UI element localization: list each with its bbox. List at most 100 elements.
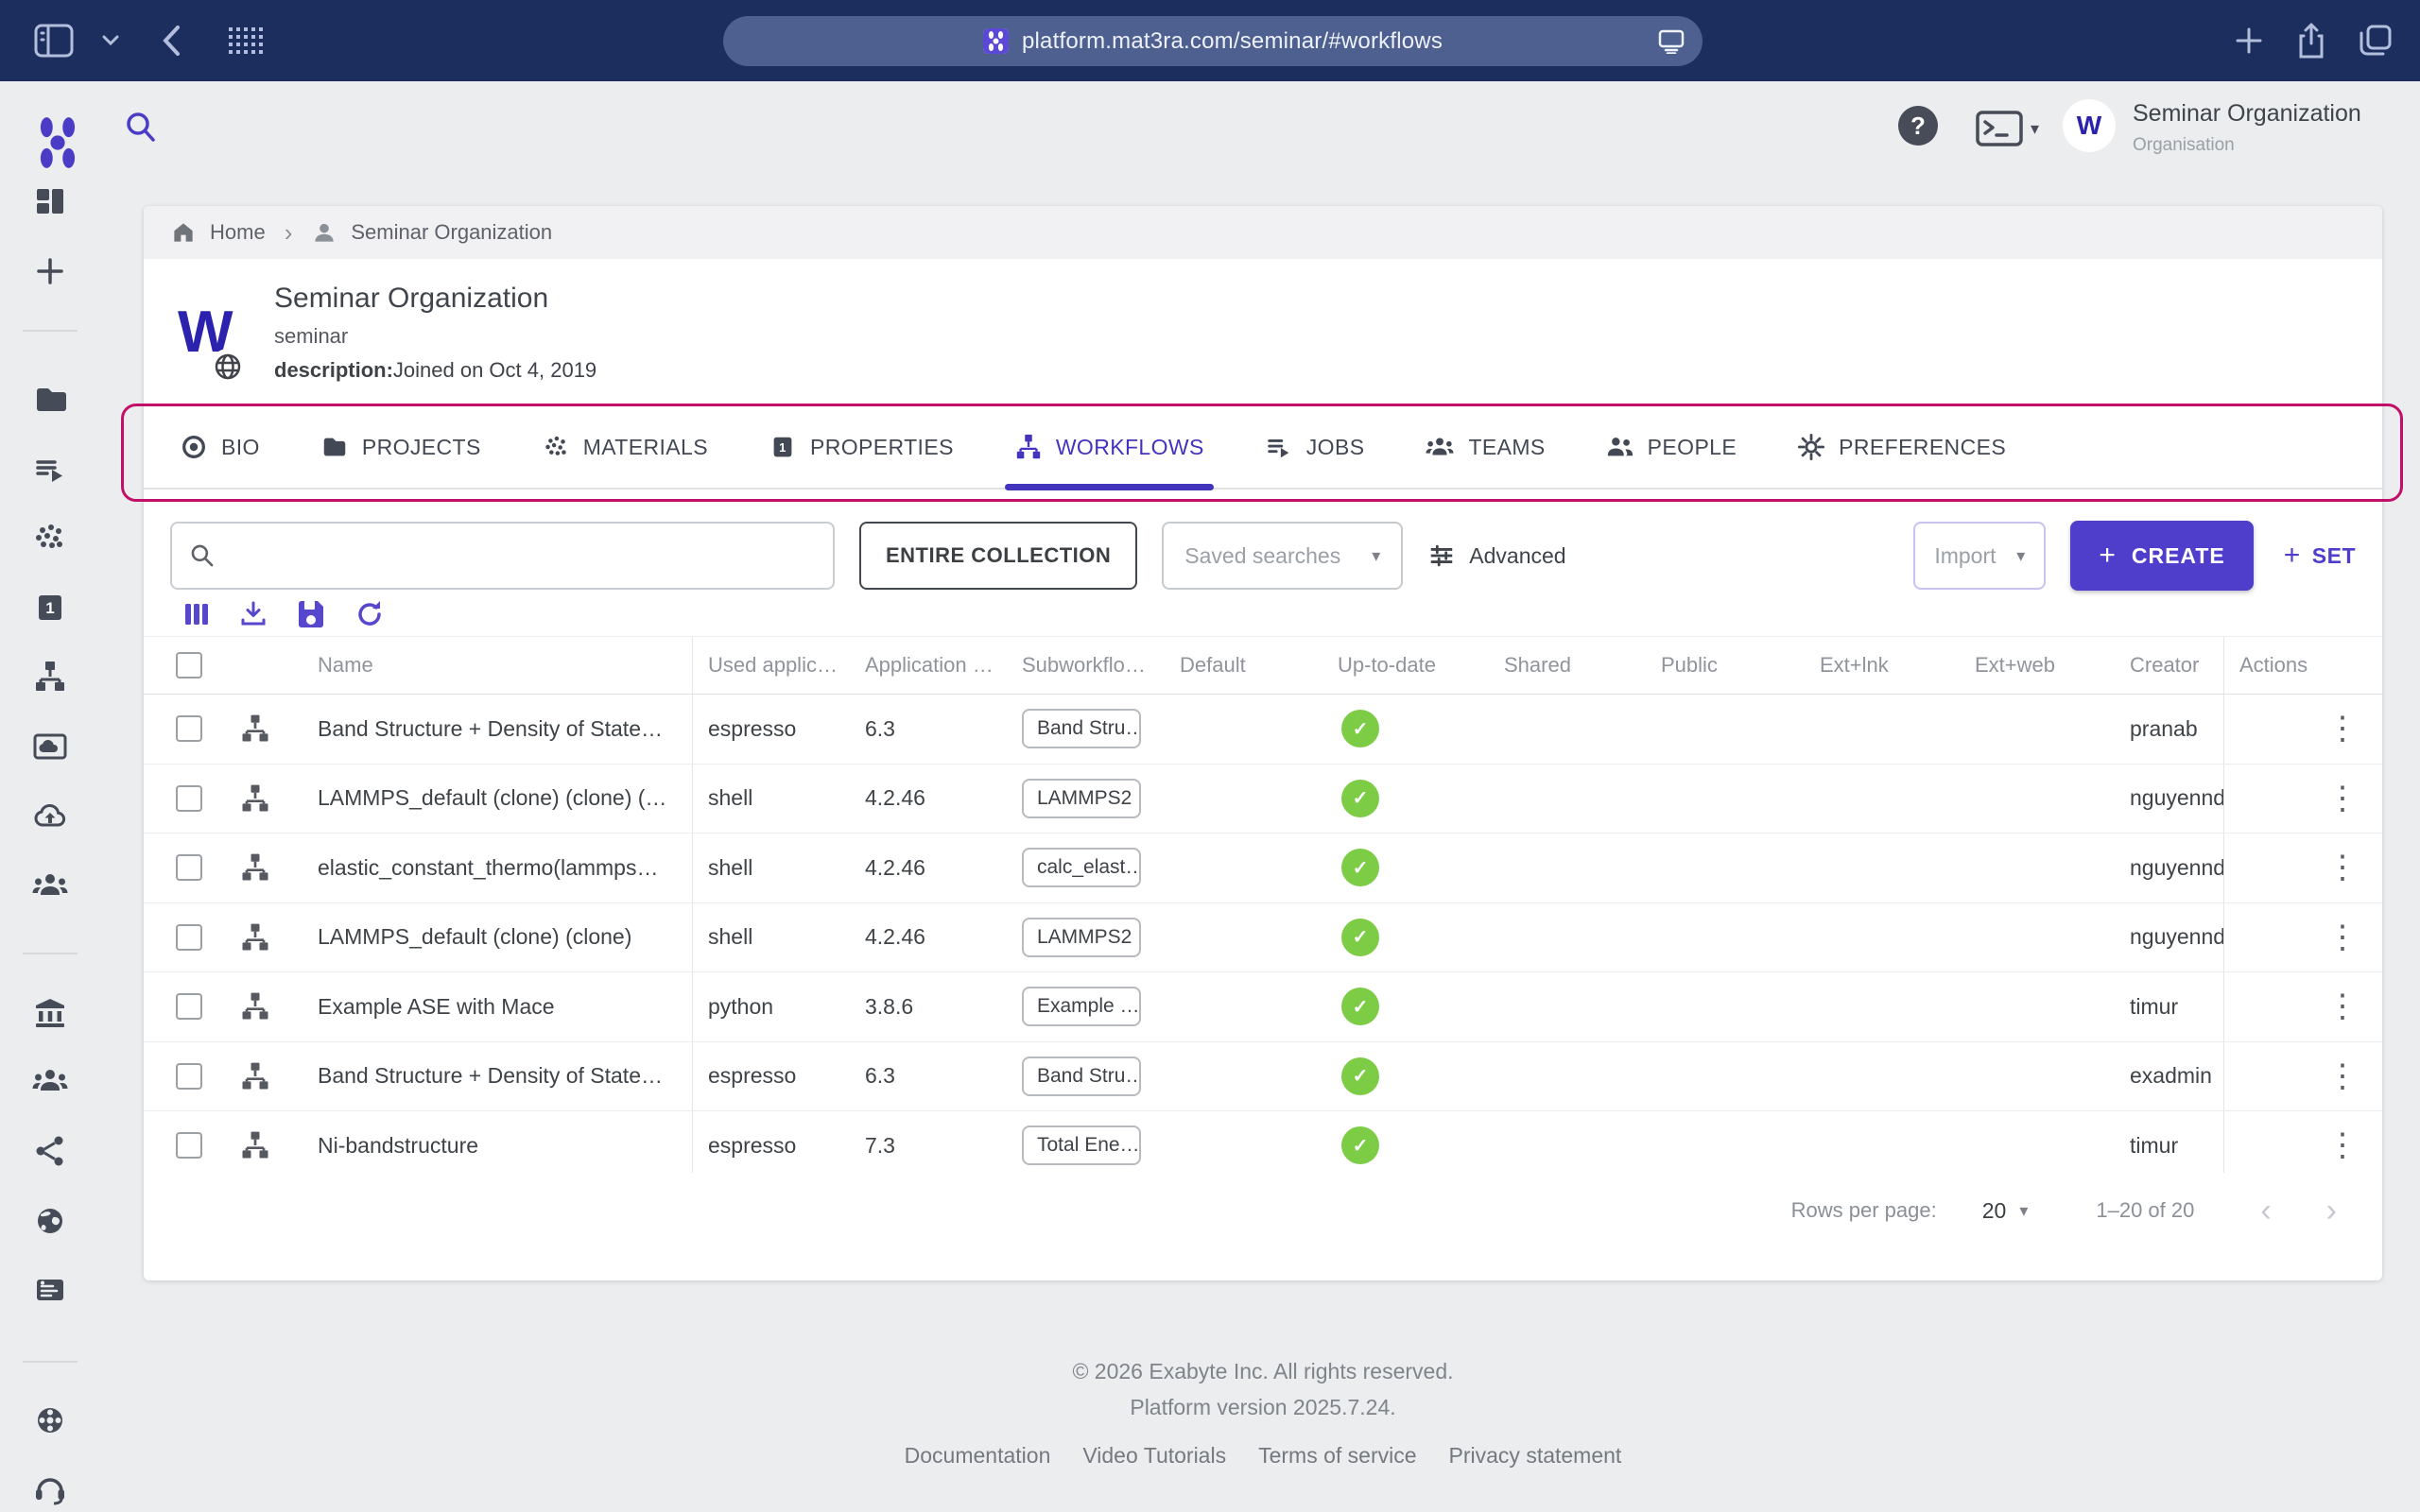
browser-back-icon[interactable] — [161, 24, 182, 58]
workflow-name[interactable]: Ni-bandstructure — [295, 1111, 693, 1173]
rows-per-page-select[interactable]: 20 ▾ — [1982, 1198, 2029, 1224]
row-actions-menu-icon[interactable]: ⋮ — [2326, 921, 2359, 954]
column-header-name[interactable]: Name — [295, 637, 693, 694]
footer-link-terms[interactable]: Terms of service — [1258, 1443, 1416, 1469]
reader-mode-icon[interactable] — [1657, 29, 1685, 54]
column-header-ext-web[interactable]: Ext+web — [1960, 637, 2115, 694]
table-row[interactable]: LAMMPS_default (clone) (clone) (… shell … — [144, 765, 2382, 834]
help-button[interactable]: ? — [1898, 106, 1938, 146]
subworkflow-chip[interactable]: LAMMPS2 — [1022, 779, 1141, 818]
new-tab-icon[interactable] — [2235, 26, 2263, 55]
sidebar-item-organization[interactable] — [31, 994, 69, 1032]
select-all-checkbox[interactable] — [176, 652, 202, 679]
sidebar-item-media[interactable] — [31, 728, 69, 765]
refresh-icon[interactable] — [354, 598, 386, 630]
column-header-public[interactable]: Public — [1646, 637, 1805, 694]
share-icon[interactable] — [2297, 23, 2325, 59]
row-checkbox[interactable] — [176, 785, 202, 812]
save-icon[interactable] — [295, 597, 327, 631]
user-avatar[interactable]: W — [2063, 99, 2116, 152]
column-header-up-to-date[interactable]: Up-to-date — [1322, 637, 1489, 694]
sidebar-item-projects[interactable] — [31, 381, 69, 419]
tabs-overview-icon[interactable] — [2360, 25, 2392, 57]
browser-sidebar-icon[interactable] — [34, 24, 74, 58]
next-page-button[interactable]: › — [2326, 1193, 2337, 1229]
row-checkbox[interactable] — [176, 715, 202, 742]
search-input[interactable] — [227, 543, 816, 569]
import-dropdown[interactable]: Import ▾ — [1913, 522, 2046, 590]
set-button[interactable]: + SET — [2284, 540, 2356, 572]
tab-people[interactable]: PEOPLE — [1602, 405, 1740, 489]
download-icon[interactable] — [238, 598, 268, 630]
subworkflow-chip[interactable]: calc_elast… — [1022, 848, 1141, 887]
sidebar-item-jobs[interactable] — [31, 451, 69, 489]
row-actions-menu-icon[interactable]: ⋮ — [2326, 782, 2359, 815]
subworkflow-chip[interactable]: LAMMPS2 — [1022, 918, 1141, 957]
workflow-name[interactable]: elastic_constant_thermo(lammps… — [295, 833, 693, 902]
sidebar-item-sharing[interactable] — [31, 1132, 69, 1170]
table-row[interactable]: Ni-bandstructure espresso 7.3 Total Ene…… — [144, 1111, 2382, 1173]
column-header-shared[interactable]: Shared — [1489, 637, 1646, 694]
subworkflow-chip[interactable]: Band Stru… — [1022, 1057, 1141, 1096]
header-org-block[interactable]: Seminar Organization Organisation — [2133, 100, 2361, 156]
tab-properties[interactable]: 1 PROPERTIES — [765, 405, 958, 489]
console-button[interactable]: ▾ — [1976, 110, 2039, 147]
browser-sidebar-caret-icon[interactable] — [102, 35, 119, 46]
tab-workflows[interactable]: WORKFLOWS — [1011, 405, 1208, 489]
row-actions-menu-icon[interactable]: ⋮ — [2326, 1129, 2359, 1161]
entire-collection-button[interactable]: ENTIRE COLLECTION — [859, 522, 1137, 590]
footer-link-video-tutorials[interactable]: Video Tutorials — [1082, 1443, 1226, 1469]
header-search-icon[interactable] — [125, 111, 157, 146]
column-header-ext-lnk[interactable]: Ext+lnk — [1805, 637, 1960, 694]
table-row[interactable]: elastic_constant_thermo(lammps… shell 4.… — [144, 833, 2382, 903]
subworkflow-chip[interactable]: Band Stru… — [1022, 709, 1141, 748]
sidebar-item-help-wheel[interactable] — [31, 1401, 69, 1439]
row-actions-menu-icon[interactable]: ⋮ — [2326, 713, 2359, 745]
table-row[interactable]: Example ASE with Mace python 3.8.6 Examp… — [144, 972, 2382, 1042]
sidebar-item-create[interactable] — [31, 252, 69, 290]
footer-link-documentation[interactable]: Documentation — [905, 1443, 1051, 1469]
row-checkbox[interactable] — [176, 1132, 202, 1159]
browser-tab-groups-icon[interactable] — [227, 26, 265, 56]
subworkflow-chip[interactable]: Total Ene… — [1022, 1125, 1141, 1165]
row-checkbox[interactable] — [176, 1063, 202, 1090]
sidebar-item-people[interactable] — [31, 867, 69, 904]
tab-materials[interactable]: MATERIALS — [538, 405, 712, 489]
table-row[interactable]: LAMMPS_default (clone) (clone) shell 4.2… — [144, 903, 2382, 973]
search-box[interactable] — [170, 522, 835, 590]
row-actions-menu-icon[interactable]: ⋮ — [2326, 1060, 2359, 1092]
subworkflow-chip[interactable]: Example … — [1022, 987, 1141, 1026]
column-header-creator[interactable]: Creator — [2115, 637, 2223, 694]
workflow-name[interactable]: Example ASE with Mace — [295, 972, 693, 1041]
column-header-default[interactable]: Default — [1165, 637, 1322, 694]
sidebar-item-materials[interactable] — [31, 520, 69, 558]
sidebar-item-web[interactable] — [31, 1202, 69, 1240]
column-header-subworkflows[interactable]: Subworkflo… — [1007, 637, 1165, 694]
sidebar-item-notes[interactable] — [31, 1271, 69, 1309]
previous-page-button[interactable]: ‹ — [2260, 1193, 2271, 1229]
table-row[interactable]: Band Structure + Density of State… espre… — [144, 695, 2382, 765]
sidebar-item-uploads[interactable] — [31, 797, 69, 834]
row-actions-menu-icon[interactable]: ⋮ — [2326, 851, 2359, 884]
sidebar-item-dashboard[interactable] — [31, 182, 69, 220]
column-header-application-version[interactable]: Application … — [850, 637, 1007, 694]
row-actions-menu-icon[interactable]: ⋮ — [2326, 990, 2359, 1022]
advanced-filters-button[interactable]: Advanced — [1427, 541, 1565, 570]
address-bar[interactable]: platform.mat3ra.com/seminar/#workflows — [723, 16, 1703, 66]
tab-preferences[interactable]: PREFERENCES — [1793, 405, 2010, 489]
create-button[interactable]: + CREATE — [2070, 521, 2253, 591]
workflow-name[interactable]: LAMMPS_default (clone) (clone) (… — [295, 765, 693, 833]
column-header-used-application[interactable]: Used applic… — [693, 637, 850, 694]
tab-jobs[interactable]: JOBS — [1261, 405, 1369, 489]
sidebar-item-workflows[interactable] — [31, 658, 69, 696]
sidebar-item-properties[interactable]: 1 — [31, 589, 69, 627]
footer-link-privacy[interactable]: Privacy statement — [1449, 1443, 1622, 1469]
columns-toggle-icon[interactable] — [182, 598, 212, 630]
workflow-name[interactable]: Band Structure + Density of State… — [295, 695, 693, 764]
workflow-name[interactable]: LAMMPS_default (clone) (clone) — [295, 903, 693, 972]
row-checkbox[interactable] — [176, 993, 202, 1020]
breadcrumb-home[interactable]: Home — [210, 220, 266, 245]
sidebar-item-teams[interactable] — [31, 1063, 69, 1101]
tab-bio[interactable]: BIO — [176, 405, 264, 489]
sidebar-item-support[interactable] — [31, 1470, 69, 1508]
